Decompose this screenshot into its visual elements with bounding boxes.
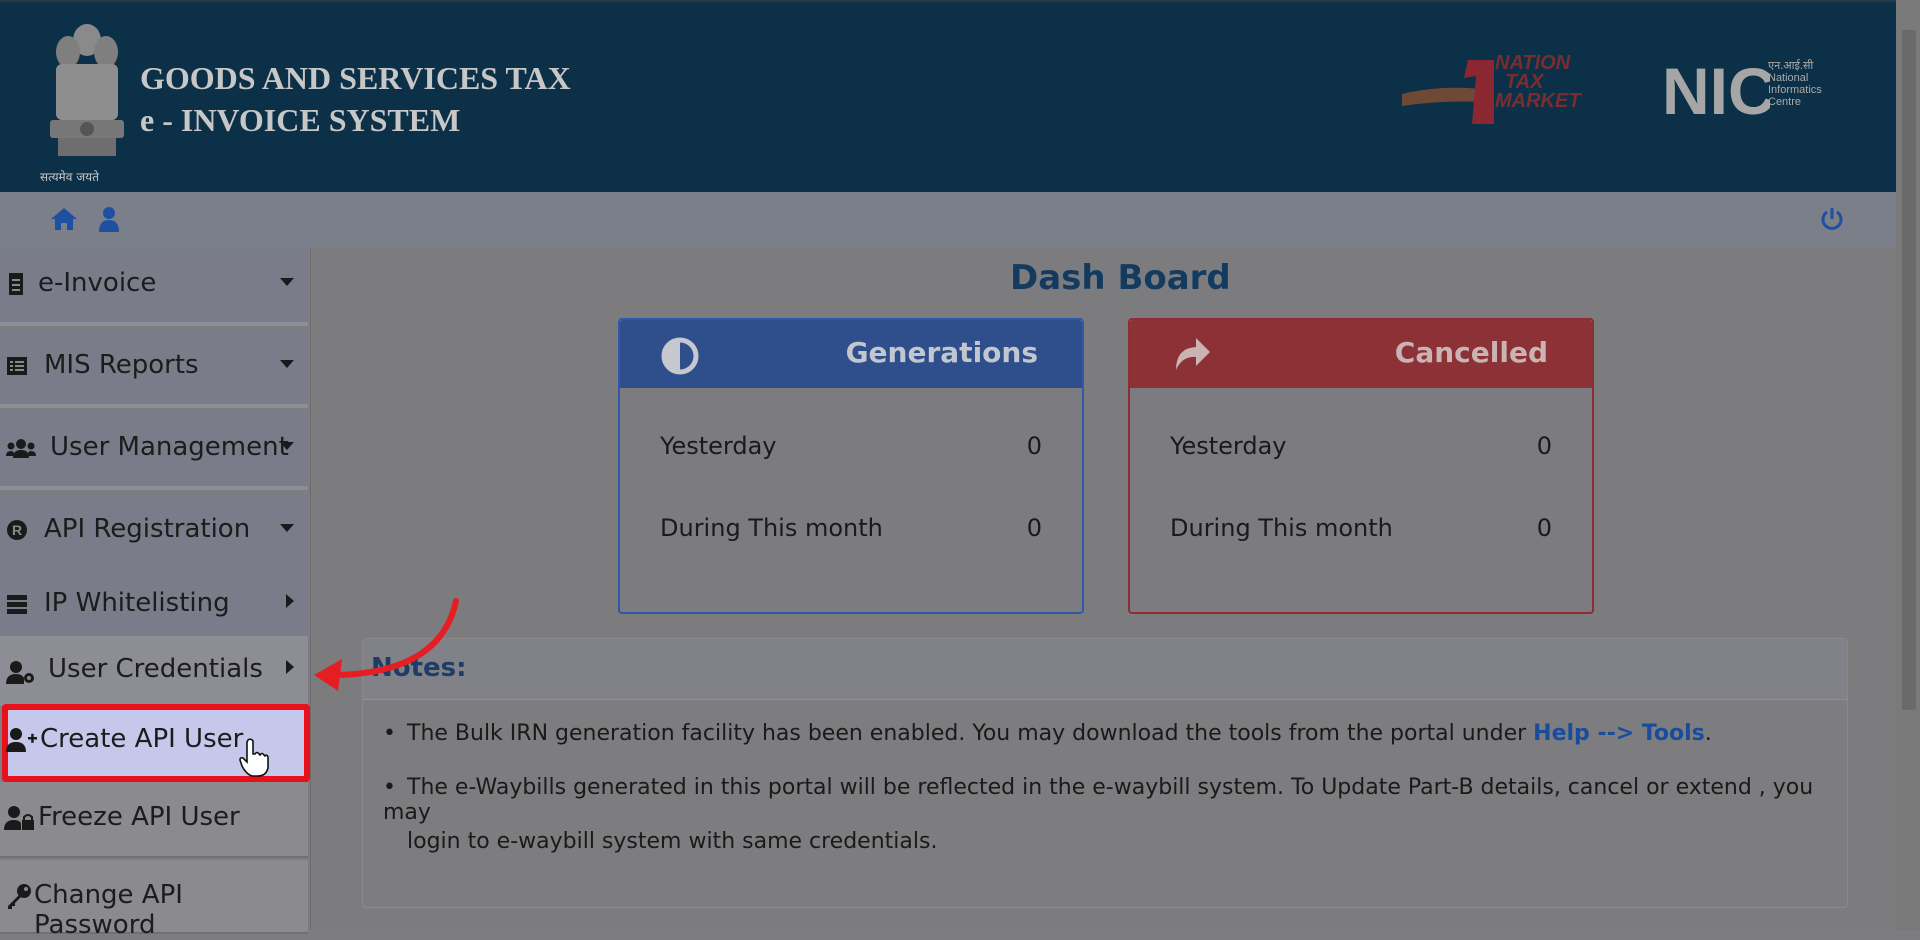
nic-logo-letters: NIC <box>1662 58 1770 124</box>
site-header: सत्यमेव जयते GOODS AND SERVICES TAX e - … <box>0 0 1896 194</box>
share-arrow-icon <box>1176 338 1210 370</box>
scrollbar[interactable] <box>1896 0 1920 930</box>
chevron-down-icon <box>280 442 294 450</box>
generations-month-label: During This month <box>660 514 883 542</box>
nic-line: National <box>1768 72 1809 84</box>
document-icon <box>9 273 23 295</box>
cancelled-card: Cancelled Yesterday 0 During This month … <box>1128 318 1594 614</box>
help-tools-link[interactable]: Help --> Tools <box>1533 721 1705 746</box>
sidebar-item-mis-reports[interactable]: MIS Reports <box>0 330 308 408</box>
chevron-down-icon <box>280 524 294 532</box>
cancelled-yesterday-value: 0 <box>1536 432 1552 460</box>
sidebar-item-label: MIS Reports <box>44 350 199 380</box>
user-icon[interactable] <box>98 206 120 232</box>
note-continuation: login to e-waybill system with same cred… <box>407 829 938 854</box>
sidebar-item-label: API Registration <box>44 514 251 544</box>
bullet: • <box>383 721 396 746</box>
generations-card-header: Generations <box>620 320 1082 388</box>
freeze-api-user-label: Freeze API User <box>38 802 240 832</box>
generations-title: Generations <box>845 336 1038 369</box>
sidebar-item-e-invoice[interactable]: e-Invoice <box>0 248 308 326</box>
sidebar-item-label: e-Invoice <box>38 268 157 298</box>
sidebar-item-label: User Credentials <box>48 654 263 684</box>
bullet: • <box>383 775 396 800</box>
sidebar-item-ip-whitelisting[interactable]: IP Whitelisting <box>0 568 308 640</box>
generations-yesterday-value: 0 <box>1026 432 1042 460</box>
generations-month-value: 0 <box>1026 514 1042 542</box>
note-end: . <box>1704 721 1712 746</box>
nic-logo-text: एन.आई.सी National Informatics Centre <box>1768 60 1822 108</box>
change-api-password-item[interactable]: Change API Password <box>0 860 308 940</box>
annotation-arrow <box>314 598 459 691</box>
generations-yesterday-label: Yesterday <box>660 432 777 460</box>
change-api-password-label: Change API Password <box>34 880 183 940</box>
sidebar: e-Invoice MIS Reports User Management R … <box>0 248 311 940</box>
user-lock-icon <box>4 806 34 830</box>
svg-text:R: R <box>12 522 22 538</box>
chevron-down-icon <box>280 278 294 286</box>
hand-cursor-icon <box>239 738 269 777</box>
nic-line: Informatics <box>1768 84 1822 96</box>
scrollbar-thumb[interactable] <box>1902 30 1916 710</box>
chevron-right-icon <box>286 594 294 608</box>
users-icon <box>6 439 36 458</box>
sidebar-item-label: IP Whitelisting <box>44 588 230 618</box>
home-icon[interactable] <box>50 206 78 232</box>
note-item: • The Bulk IRN generation facility has be… <box>383 721 1712 746</box>
create-api-user-label: Create API User <box>40 724 244 754</box>
note-item: • The e-Waybills generated in this portal… <box>383 775 1847 825</box>
registered-icon: R <box>7 520 27 540</box>
user-plus-icon <box>6 728 37 752</box>
nic-line: एन.आई.सी <box>1768 60 1814 72</box>
report-icon <box>7 357 27 375</box>
site-title: GOODS AND SERVICES TAX <box>140 60 571 96</box>
logo-line: MARKET <box>1495 90 1581 112</box>
notes-header: Notes: <box>363 639 1847 700</box>
sidebar-item-api-registration[interactable]: R API Registration <box>0 494 308 572</box>
cancelled-month-value: 0 <box>1536 514 1552 542</box>
national-emblem-logo <box>50 24 124 156</box>
power-icon[interactable] <box>1820 206 1844 232</box>
user-gear-icon <box>6 661 34 684</box>
freeze-api-user-item[interactable]: Freeze API User <box>0 782 308 858</box>
top-toolbar <box>0 192 1896 248</box>
note-text: The e-Waybills generated in this portal … <box>383 775 1814 825</box>
sidebar-item-user-credentials[interactable]: User Credentials <box>0 636 308 706</box>
nic-line: Centre <box>1768 96 1802 108</box>
key-icon <box>8 884 31 909</box>
notes-panel: Notes: • The Bulk IRN generation facility… <box>362 638 1848 908</box>
cancelled-yesterday-label: Yesterday <box>1170 432 1287 460</box>
generations-card: Generations Yesterday 0 During This mont… <box>618 318 1084 614</box>
cancelled-card-header: Cancelled <box>1130 320 1592 388</box>
chevron-right-icon <box>286 660 294 674</box>
cancelled-title: Cancelled <box>1394 336 1548 369</box>
chevron-down-icon <box>280 360 294 368</box>
site-subtitle: e - INVOICE SYSTEM <box>140 102 461 138</box>
server-icon <box>7 595 27 614</box>
sidebar-item-label: User Management <box>50 432 289 462</box>
page-title: Dash Board <box>1010 258 1231 298</box>
cancelled-month-label: During This month <box>1170 514 1393 542</box>
dashboard-main: Dash Board Generations Yesterday 0 Durin… <box>312 248 1896 930</box>
sidebar-item-user-management[interactable]: User Management <box>0 412 308 490</box>
note-text: The Bulk IRN generation facility has bee… <box>407 721 1534 746</box>
half-circle-icon <box>661 337 699 375</box>
nation-tax-market-text: NATION TAX MARKET <box>1495 53 1581 112</box>
emblem-caption: सत्यमेव जयते <box>40 170 99 184</box>
nic-logo: NIC <box>1662 58 1770 124</box>
